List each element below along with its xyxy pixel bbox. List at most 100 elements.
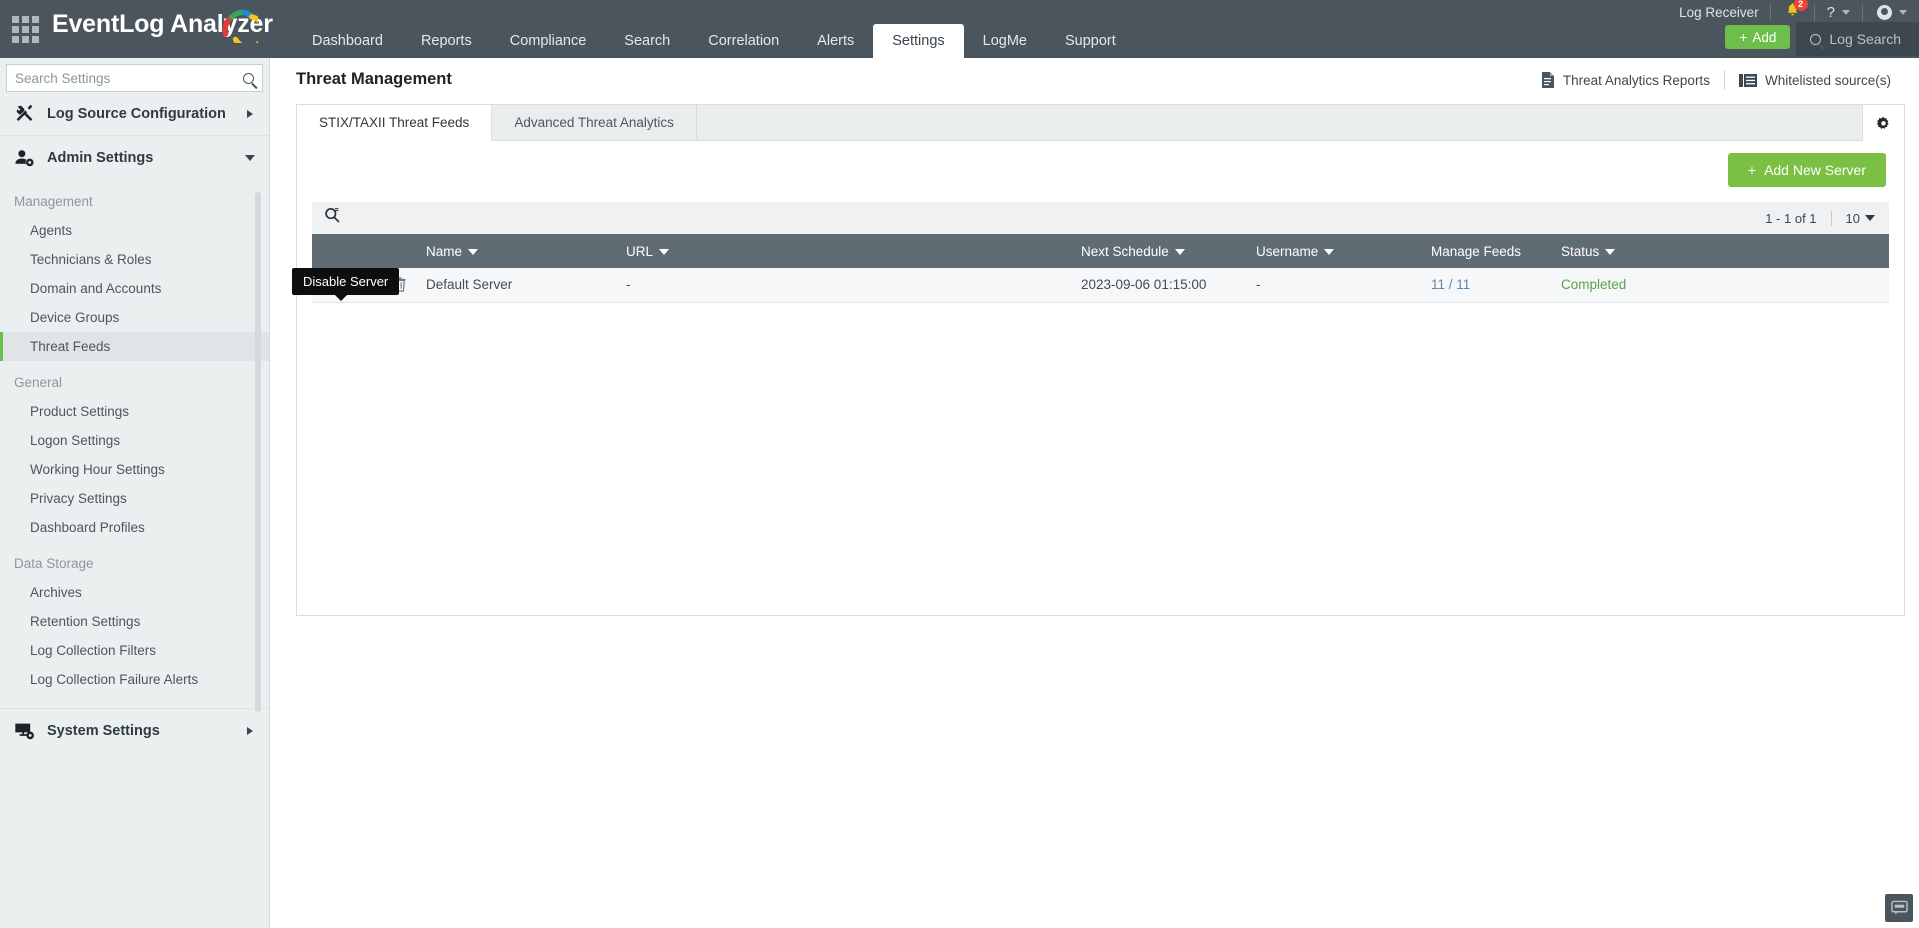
nav-item-reports[interactable]: Reports [402, 24, 491, 58]
chat-support-button[interactable] [1885, 894, 1913, 922]
sidebar-group-admin-settings[interactable]: Admin Settings [0, 136, 269, 180]
user-avatar-icon [1877, 4, 1892, 20]
search-icon [1810, 33, 1822, 45]
threat-analytics-reports-button[interactable]: Threat Analytics Reports [1527, 72, 1724, 88]
sidebar-section-general: General [14, 375, 63, 390]
tab-advanced-threat-analytics[interactable]: Advanced Threat Analytics [492, 105, 697, 140]
sidebar-item-archives[interactable]: Archives [0, 578, 269, 607]
sidebar-section-data-storage: Data Storage [14, 556, 94, 571]
user-chevron-down-icon[interactable] [1899, 10, 1907, 15]
nav-item-alerts[interactable]: Alerts [798, 24, 873, 58]
sidebar-item-domain-and-accounts[interactable]: Domain and Accounts [0, 274, 269, 303]
sidebar-scrollbar[interactable] [255, 192, 261, 712]
page-title: Threat Management [296, 70, 452, 88]
user-gear-icon [15, 149, 34, 166]
cell-username: - [1246, 268, 1421, 303]
table-search-icon[interactable] [324, 207, 341, 229]
sidebar-item-retention-settings[interactable]: Retention Settings [0, 607, 269, 636]
add-new-server-label: Add New Server [1764, 162, 1866, 178]
sidebar-item-logon-settings[interactable]: Logon Settings [0, 426, 269, 455]
nav-item-logme[interactable]: LogMe [964, 24, 1046, 58]
sidebar-group-system-settings[interactable]: System Settings [0, 709, 269, 753]
add-button-label: Add [1752, 29, 1777, 45]
column-url-label: URL [626, 243, 654, 259]
user-account-button[interactable] [1863, 4, 1896, 22]
cell-status: Completed [1551, 268, 1889, 303]
column-name[interactable]: Name [416, 234, 616, 268]
log-receiver-link[interactable]: Log Receiver [1668, 5, 1770, 20]
panel-tabs: STIX/TAXII Threat Feeds Advanced Threat … [297, 105, 1904, 141]
settings-sidebar: Log Source Configuration Admin Settings … [0, 58, 270, 928]
whitelisted-sources-label: Whitelisted source(s) [1764, 72, 1891, 88]
sidebar-group-log-source-configuration[interactable]: Log Source Configuration [0, 92, 269, 136]
column-url[interactable]: URL [616, 234, 1071, 268]
gear-icon [1876, 116, 1889, 129]
table-toolbar: 1 - 1 of 1 10 [312, 202, 1889, 234]
notification-badge: 2 [1793, 0, 1808, 11]
tab-stix-taxii-threat-feeds[interactable]: STIX/TAXII Threat Feeds [297, 105, 493, 141]
sort-caret-icon [659, 248, 670, 255]
nav-item-support[interactable]: Support [1046, 24, 1135, 58]
column-name-label: Name [426, 243, 463, 259]
pagination-range: 1 - 1 of 1 [1765, 210, 1817, 226]
nav-item-dashboard[interactable]: Dashboard [293, 24, 402, 58]
page-size-select[interactable]: 10 [1846, 211, 1875, 226]
sidebar-section-management: Management [14, 194, 93, 209]
column-username[interactable]: Username [1246, 234, 1421, 268]
sidebar-item-agents[interactable]: Agents [0, 216, 269, 245]
nav-item-search[interactable]: Search [605, 24, 689, 58]
sidebar-item-technicians-roles[interactable]: Technicians & Roles [0, 245, 269, 274]
sidebar-item-log-collection-failure-alerts[interactable]: Log Collection Failure Alerts [0, 665, 269, 694]
nav-item-correlation[interactable]: Correlation [689, 24, 798, 58]
search-settings-input[interactable] [15, 70, 243, 86]
column-manage-feeds: Manage Feeds [1421, 234, 1551, 268]
sidebar-group-label: System Settings [47, 723, 160, 739]
column-username-label: Username [1256, 243, 1319, 259]
sidebar-item-product-settings[interactable]: Product Settings [0, 397, 269, 426]
threat-feeds-panel: STIX/TAXII Threat Feeds Advanced Threat … [296, 104, 1905, 616]
report-doc-icon [1541, 72, 1554, 88]
sidebar-item-device-groups[interactable]: Device Groups [0, 303, 269, 332]
monitor-gear-icon [15, 723, 34, 739]
apps-grid-icon[interactable] [9, 13, 41, 45]
tools-icon [16, 104, 33, 121]
sidebar-item-dashboard-profiles[interactable]: Dashboard Profiles [0, 513, 269, 542]
chevron-right-icon [247, 109, 253, 118]
cell-manage-feeds[interactable]: 11 / 11 [1421, 268, 1551, 303]
pagination-divider [1830, 210, 1832, 226]
sidebar-item-working-hour-settings[interactable]: Working Hour Settings [0, 455, 269, 484]
panel-settings-button[interactable] [1862, 105, 1904, 141]
main-content: Threat Management Threat Analytics Repor… [270, 58, 1919, 928]
search-icon [325, 208, 340, 223]
header-right-actions: + Add Log Search [1725, 22, 1919, 56]
nav-item-compliance[interactable]: Compliance [491, 24, 606, 58]
add-plus-icon: + [1739, 29, 1748, 45]
notifications-button[interactable]: 2 [1771, 0, 1814, 23]
sidebar-item-threat-feeds[interactable]: Threat Feeds [0, 332, 269, 361]
column-status[interactable]: Status [1551, 234, 1889, 268]
add-button[interactable]: + Add [1725, 25, 1791, 49]
plus-icon: + [1747, 162, 1757, 178]
add-new-server-button[interactable]: + Add New Server [1727, 153, 1886, 187]
nav-item-settings[interactable]: Settings [873, 24, 964, 58]
column-next-schedule[interactable]: Next Schedule [1071, 234, 1246, 268]
log-search-label: Log Search [1829, 31, 1901, 47]
table-header-row: Name URL Next Schedule Username Manage F [312, 234, 1889, 268]
sidebar-item-log-collection-filters[interactable]: Log Collection Filters [0, 636, 269, 665]
sidebar-item-privacy-settings[interactable]: Privacy Settings [0, 484, 269, 513]
threat-analytics-reports-label: Threat Analytics Reports [1562, 72, 1710, 88]
sidebar-group-label: Admin Settings [47, 150, 154, 166]
log-search-button[interactable]: Log Search [1796, 22, 1919, 56]
chevron-down-icon [1865, 215, 1875, 221]
search-icon[interactable] [243, 72, 254, 84]
column-actions [312, 234, 416, 268]
column-status-label: Status [1561, 243, 1600, 259]
brand-logo-swirl [222, 9, 258, 43]
page-size-value: 10 [1845, 210, 1860, 226]
help-chevron-down-icon[interactable] [1842, 10, 1850, 15]
whitelisted-sources-button[interactable]: Whitelisted source(s) [1725, 73, 1905, 88]
chat-bubble-icon [1890, 900, 1908, 915]
search-settings-box[interactable] [6, 64, 263, 92]
page-action-bar: Threat Analytics Reports Whitelisted sou… [1527, 70, 1905, 90]
help-icon[interactable]: ? [1815, 4, 1839, 21]
